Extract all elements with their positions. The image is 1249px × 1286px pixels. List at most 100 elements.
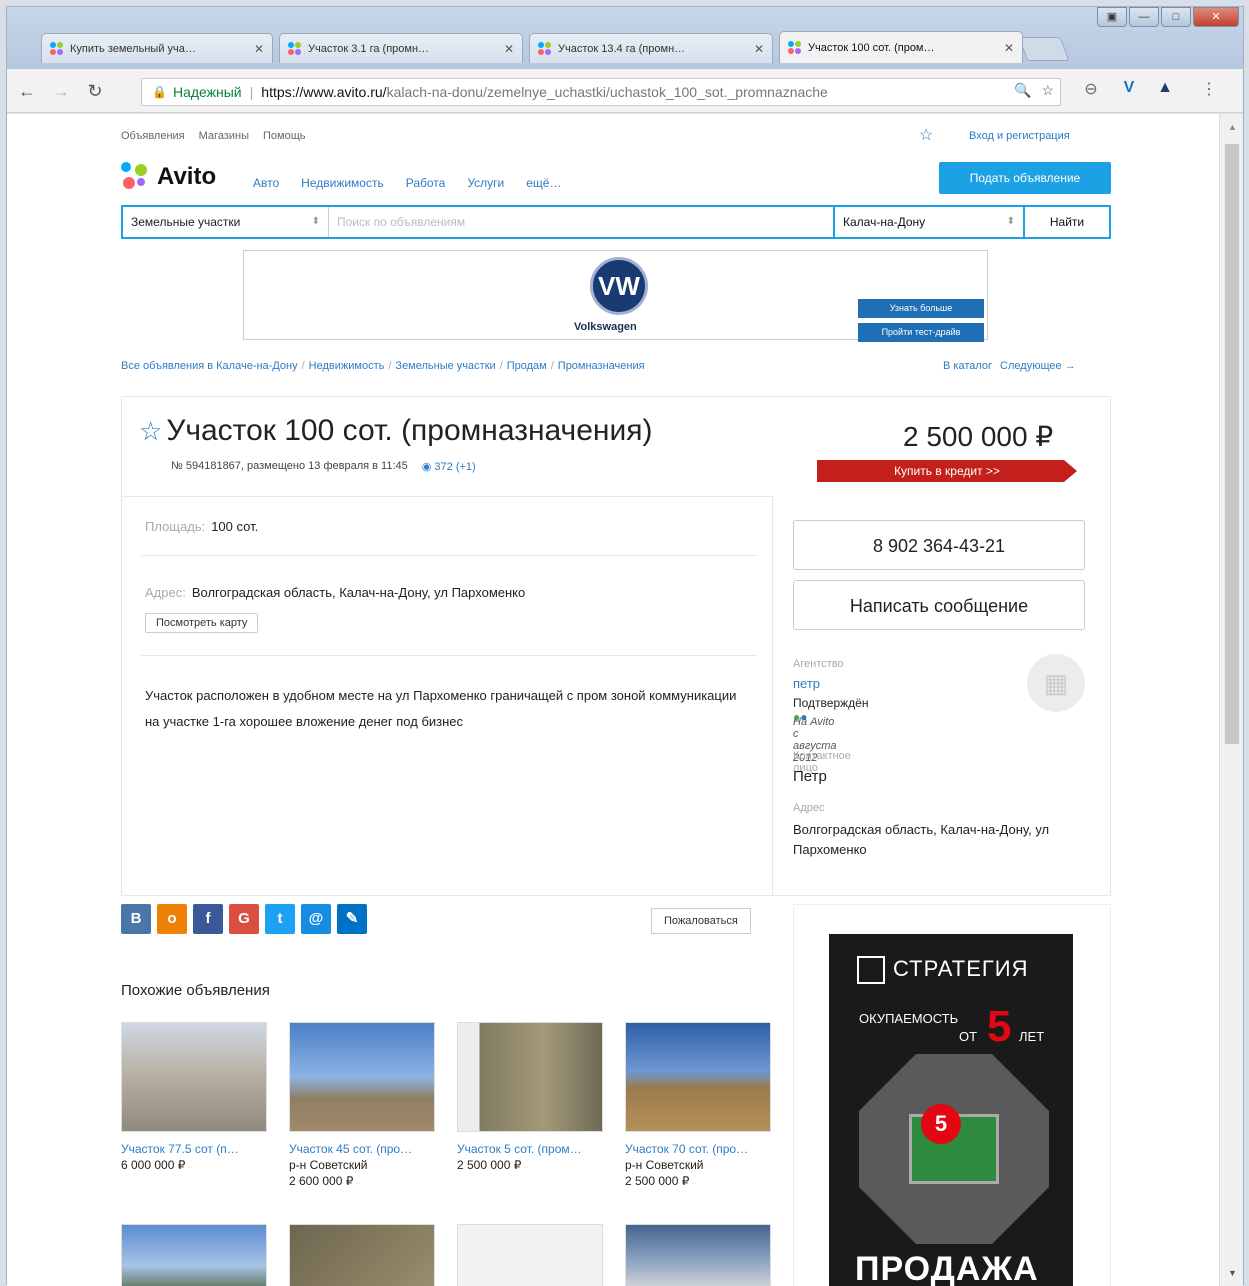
- listing-location: р-н Советский: [289, 1158, 368, 1172]
- breadcrumb-item[interactable]: Недвижимость: [309, 360, 385, 372]
- volkswagen-logo-icon: VW: [590, 257, 648, 315]
- new-tab-button[interactable]: [1018, 37, 1070, 61]
- views-value: 372 (+1): [434, 461, 476, 473]
- catnav-services[interactable]: Услуги: [467, 176, 504, 190]
- catnav-realty[interactable]: Недвижимость: [301, 176, 384, 190]
- breadcrumb-item[interactable]: Продам: [507, 360, 547, 372]
- item-meta: № 594181867, размещено 13 февраля в 11:4…: [171, 460, 476, 473]
- url-path: kalach-na-donu/zemelnye_uchastki/uchasto…: [386, 84, 828, 100]
- views-count[interactable]: ◉ 372 (+1): [422, 460, 476, 473]
- tab-close-icon[interactable]: ✕: [754, 42, 764, 56]
- write-message-button[interactable]: Написать сообщение: [793, 580, 1085, 630]
- tab-2[interactable]: Участок 3.1 га (промн… ✕: [279, 33, 523, 63]
- ad-sale: ПРОДАЖА: [855, 1250, 1039, 1286]
- person-icon[interactable]: ▣: [1097, 7, 1127, 27]
- area-value: 100 сот.: [211, 519, 259, 534]
- side-ad[interactable]: СТРАТЕГИЯ ОКУПАЕМОСТЬ ОТ 5 ЛЕТ 5 ПРОДАЖА: [829, 934, 1073, 1286]
- bookmark-star-icon[interactable]: ☆: [1041, 82, 1054, 99]
- listing-price: 6 000 000 ₽: [121, 1158, 186, 1172]
- twitter-icon[interactable]: t: [265, 904, 295, 934]
- zoom-icon[interactable]: 🔍: [1014, 82, 1031, 99]
- banner-learn-more-button[interactable]: Узнать больше: [858, 299, 984, 318]
- ad-banner[interactable]: VW Volkswagen Узнать больше Пройти тест-…: [243, 250, 988, 342]
- avito-logo[interactable]: Avito: [121, 162, 216, 192]
- category-select[interactable]: Земельные участки ⬍: [123, 207, 329, 237]
- topnav-ads[interactable]: Объявления: [121, 130, 185, 142]
- facebook-icon[interactable]: f: [193, 904, 223, 934]
- agency-label: Агентство: [793, 658, 844, 670]
- agency-link[interactable]: петр: [793, 676, 820, 691]
- tab-close-icon[interactable]: ✕: [254, 42, 264, 56]
- eye-icon: ◉: [421, 461, 435, 473]
- address-bar[interactable]: 🔒 Надежный | https://www.avito.ru/kalach…: [141, 78, 1061, 106]
- city-select[interactable]: Калач-на-Дону ⬍: [833, 207, 1023, 237]
- tab-title: Участок 3.1 га (промн…: [308, 42, 430, 55]
- tab-3[interactable]: Участок 13.4 га (промн… ✕: [529, 33, 773, 63]
- listing-title: Участок 5 сот. (пром…: [457, 1142, 582, 1156]
- vimeo-extension-icon[interactable]: V: [1117, 79, 1141, 97]
- topnav-shops[interactable]: Магазины: [199, 130, 249, 142]
- menu-icon[interactable]: ⋮: [1197, 79, 1221, 99]
- address-label: Адрес:: [145, 585, 186, 600]
- tab-title: Участок 13.4 га (промн…: [558, 42, 686, 55]
- scroll-down-icon[interactable]: ▼: [1228, 1268, 1237, 1278]
- list-item[interactable]: Участок 5 сот. (пром… 2 500 000 ₽: [457, 1022, 607, 1172]
- breadcrumb: Все объявления в Калаче-на-Дону / Недвижи…: [121, 360, 645, 372]
- favorite-star-icon[interactable]: ☆: [139, 416, 162, 447]
- divider: [141, 555, 757, 556]
- close-window-button[interactable]: ✕: [1193, 7, 1239, 27]
- incognito-icon[interactable]: ▲: [1153, 79, 1177, 97]
- login-link[interactable]: Вход и регистрация: [969, 130, 1070, 142]
- catnav-more[interactable]: ещё…: [526, 176, 561, 190]
- breadcrumb-item[interactable]: Промназначения: [558, 360, 645, 372]
- scroll-up-icon[interactable]: ▲: [1228, 122, 1237, 132]
- scrollbar[interactable]: ▲ ▼: [1219, 114, 1243, 1286]
- list-item[interactable]: [289, 1224, 439, 1286]
- back-icon[interactable]: ←: [13, 77, 41, 105]
- catnav-jobs[interactable]: Работа: [406, 176, 446, 190]
- listing-price: 2 600 000 ₽: [289, 1174, 354, 1188]
- maximize-button[interactable]: □: [1161, 7, 1191, 27]
- tab-active[interactable]: Участок 100 сот. (пром… ✕: [779, 31, 1023, 63]
- share-buttons: B о f G t @ ✎: [121, 904, 367, 934]
- extension-icon[interactable]: ⊖: [1079, 79, 1103, 99]
- search-input[interactable]: Поиск по объявлениям: [329, 207, 833, 237]
- favorites-star-icon[interactable]: ☆: [919, 125, 933, 145]
- odnoklassniki-icon[interactable]: о: [157, 904, 187, 934]
- vk-icon[interactable]: B: [121, 904, 151, 934]
- list-item[interactable]: Участок 45 сот. (про… р-н Советский 2 60…: [289, 1022, 439, 1188]
- pyaterochka-logo-icon: 5: [921, 1104, 961, 1144]
- avito-favicon-icon: [288, 41, 302, 56]
- livejournal-icon[interactable]: ✎: [337, 904, 367, 934]
- breadcrumb-item[interactable]: Все объявления в Калаче-на-Дону: [121, 360, 298, 372]
- breadcrumb-item[interactable]: Земельные участки: [395, 360, 495, 372]
- banner-test-drive-button[interactable]: Пройти тест-драйв: [858, 323, 984, 342]
- topnav-help[interactable]: Помощь: [263, 130, 306, 142]
- address-value: Волгоградская область, Калач-на-Дону, ул…: [191, 585, 526, 600]
- buy-on-credit-button[interactable]: Купить в кредит >>: [817, 460, 1077, 482]
- scrollbar-thumb[interactable]: [1225, 144, 1239, 744]
- tab-title: Участок 100 сот. (пром…: [808, 41, 935, 54]
- tab-1[interactable]: Купить земельный уча… ✕: [41, 33, 273, 63]
- next-item-link[interactable]: Следующее →: [1000, 360, 1076, 372]
- reload-icon[interactable]: ↻: [81, 77, 109, 105]
- browser-window: Купить земельный уча… ✕ Участок 3.1 га (п…: [6, 6, 1244, 1286]
- list-item[interactable]: Участок 77.5 сот (п… 6 000 000 ₽: [121, 1022, 271, 1172]
- view-map-button[interactable]: Посмотреть карту: [145, 613, 259, 633]
- list-item[interactable]: [457, 1224, 607, 1286]
- google-plus-icon[interactable]: G: [229, 904, 259, 934]
- catnav-auto[interactable]: Авто: [253, 176, 279, 190]
- search-button[interactable]: Найти: [1023, 207, 1109, 237]
- tab-close-icon[interactable]: ✕: [1004, 41, 1014, 55]
- minimize-button[interactable]: —: [1129, 7, 1159, 27]
- complain-button[interactable]: Пожаловаться: [651, 908, 751, 934]
- phone-button[interactable]: 8 902 364-43-21: [793, 520, 1085, 570]
- mail-icon[interactable]: @: [301, 904, 331, 934]
- list-item[interactable]: Участок 70 сот. (про… р-н Советский 2 50…: [625, 1022, 775, 1188]
- list-item[interactable]: [625, 1224, 775, 1286]
- tab-close-icon[interactable]: ✕: [504, 42, 514, 56]
- forward-icon[interactable]: →: [47, 77, 75, 105]
- post-ad-button[interactable]: Подать объявление: [939, 162, 1111, 194]
- list-item[interactable]: [121, 1224, 271, 1286]
- catalog-link[interactable]: В каталог: [943, 360, 992, 372]
